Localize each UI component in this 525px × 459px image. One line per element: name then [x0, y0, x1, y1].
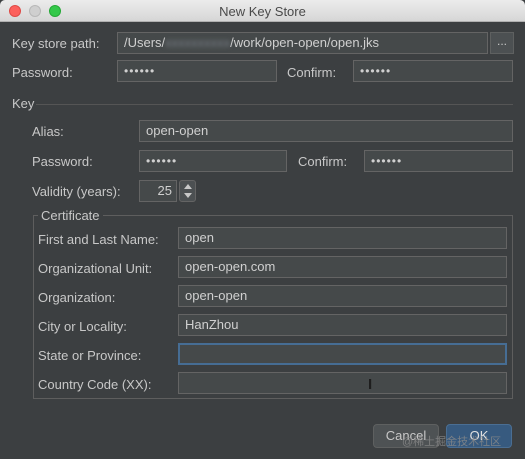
keystore-path-label: Key store path:: [12, 36, 100, 51]
keystore-path-suffix: /work/open-open/open.jks: [230, 35, 380, 50]
alias-label: Alias:: [32, 124, 64, 139]
organization-field[interactable]: open-open: [178, 285, 507, 307]
title-bar: New Key Store: [0, 0, 525, 22]
organizational-unit-label: Organizational Unit:: [38, 261, 153, 276]
state-province-label: State or Province:: [38, 348, 142, 363]
key-section-label: Key: [12, 96, 35, 111]
first-last-name-field[interactable]: open: [178, 227, 507, 249]
keystore-path-field[interactable]: /Users/xxxxxxxxxx/work/open-open/open.jk…: [117, 32, 488, 54]
validity-stepper[interactable]: [179, 180, 196, 202]
window-title: New Key Store: [219, 4, 306, 19]
keystore-path-username-blurred: xxxxxxxxxx: [165, 35, 231, 50]
city-locality-field[interactable]: HanZhou: [178, 314, 507, 336]
city-locality-label: City or Locality:: [38, 319, 127, 334]
first-last-name-label: First and Last Name:: [38, 232, 159, 247]
organization-label: Organization:: [38, 290, 116, 305]
text-cursor-icon: I: [368, 376, 373, 393]
key-confirm-label: Confirm:: [298, 154, 348, 169]
country-code-field[interactable]: [178, 372, 507, 394]
validity-label: Validity (years):: [32, 184, 121, 199]
state-province-field[interactable]: [178, 343, 507, 365]
validity-value[interactable]: 25: [139, 180, 177, 202]
keystore-password-label: Password:: [12, 65, 73, 80]
keystore-password-field[interactable]: ••••••: [117, 60, 277, 82]
chevron-down-icon[interactable]: [184, 193, 192, 198]
key-section-divider: [36, 104, 513, 105]
key-password-field[interactable]: ••••••: [139, 150, 287, 172]
keystore-confirm-label: Confirm:: [287, 65, 337, 80]
chevron-up-icon[interactable]: [184, 184, 192, 189]
key-confirm-field[interactable]: ••••••: [364, 150, 513, 172]
key-password-label: Password:: [32, 154, 93, 169]
keystore-confirm-field[interactable]: ••••••: [353, 60, 513, 82]
country-code-label: Country Code (XX):: [38, 377, 152, 392]
browse-button[interactable]: ...: [490, 32, 514, 54]
alias-field[interactable]: open-open: [139, 120, 513, 142]
organizational-unit-field[interactable]: open-open.com: [178, 256, 507, 278]
validity-spinner[interactable]: 25: [139, 180, 197, 202]
watermark: @稀土掘金技术社区: [402, 436, 502, 448]
keystore-path-prefix: /Users/: [124, 35, 166, 50]
certificate-section-label: Certificate: [38, 208, 103, 223]
